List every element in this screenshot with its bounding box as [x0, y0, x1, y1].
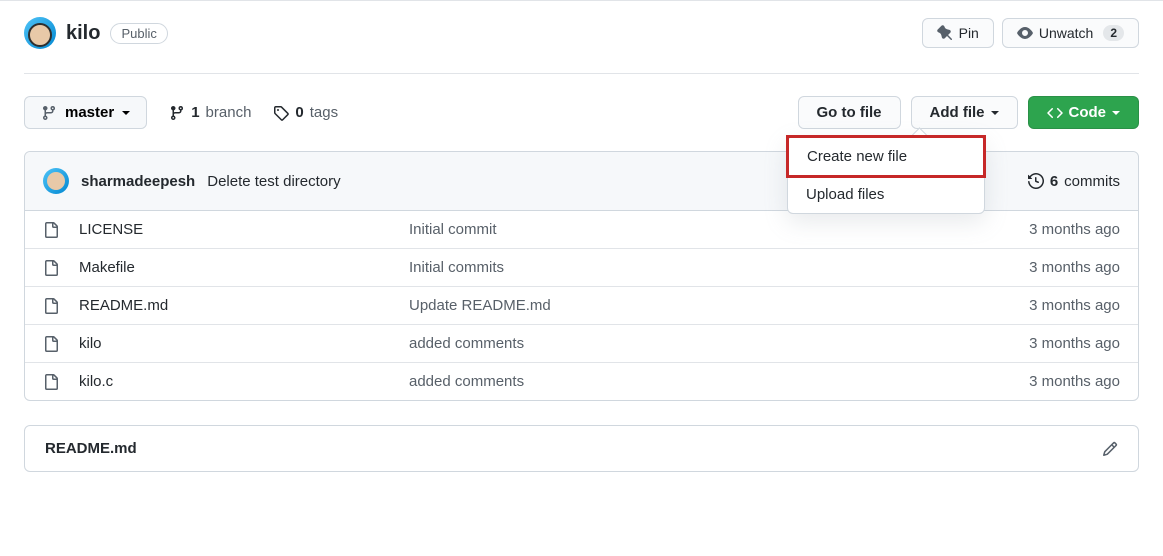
git-branch-icon — [41, 105, 57, 121]
branches-link[interactable]: 1 branch — [169, 104, 251, 121]
file-name[interactable]: Makefile — [79, 259, 409, 276]
file-time: 3 months ago — [920, 335, 1120, 352]
commit-author[interactable]: sharmadeepesh — [81, 173, 195, 190]
file-icon — [43, 336, 79, 352]
history-icon — [1028, 173, 1044, 189]
pin-label: Pin — [959, 25, 979, 41]
git-branch-icon — [169, 105, 185, 121]
tag-count: 0 — [295, 104, 303, 121]
visibility-badge: Public — [110, 23, 167, 44]
file-row: LICENSEInitial commit3 months ago — [25, 211, 1138, 249]
file-time: 3 months ago — [920, 259, 1120, 276]
file-name[interactable]: kilo — [79, 335, 409, 352]
add-file-dropdown: Create new file Upload files — [787, 136, 985, 214]
file-icon — [43, 260, 79, 276]
pin-button[interactable]: Pin — [922, 18, 994, 48]
repo-owner-avatar[interactable] — [24, 17, 56, 49]
caret-down-icon — [1112, 111, 1120, 115]
tag-count-label: tags — [310, 104, 338, 121]
branch-select-button[interactable]: master — [24, 96, 147, 129]
code-icon — [1047, 105, 1063, 121]
file-icon — [43, 222, 79, 238]
file-icon — [43, 298, 79, 314]
add-file-button[interactable]: Add file — [911, 96, 1018, 129]
file-time: 3 months ago — [920, 373, 1120, 390]
eye-icon — [1017, 25, 1033, 41]
file-time: 3 months ago — [920, 221, 1120, 238]
commit-author-avatar[interactable] — [43, 168, 69, 194]
tag-icon — [273, 105, 289, 121]
repo-name[interactable]: kilo — [66, 22, 100, 45]
readme-filename[interactable]: README.md — [45, 440, 137, 457]
commits-label: commits — [1064, 173, 1120, 190]
add-file-label: Add file — [930, 104, 985, 121]
commits-count: 6 — [1050, 173, 1058, 190]
unwatch-button[interactable]: Unwatch 2 — [1002, 18, 1139, 48]
file-commit-message[interactable]: added comments — [409, 335, 920, 352]
commit-message[interactable]: Delete test directory — [207, 173, 340, 190]
file-name[interactable]: LICENSE — [79, 221, 409, 238]
branch-name: master — [65, 104, 114, 121]
file-row: MakefileInitial commits3 months ago — [25, 249, 1138, 287]
file-commit-message[interactable]: added comments — [409, 373, 920, 390]
file-row: README.mdUpdate README.md3 months ago — [25, 287, 1138, 325]
branch-count: 1 — [191, 104, 199, 121]
tags-link[interactable]: 0 tags — [273, 104, 338, 121]
caret-down-icon — [991, 111, 999, 115]
watch-count: 2 — [1103, 25, 1124, 41]
file-name[interactable]: kilo.c — [79, 373, 409, 390]
file-row: kiloadded comments3 months ago — [25, 325, 1138, 363]
pin-icon — [937, 25, 953, 41]
file-name[interactable]: README.md — [79, 297, 409, 314]
caret-down-icon — [122, 111, 130, 115]
branch-count-label: branch — [206, 104, 252, 121]
pencil-icon[interactable] — [1102, 441, 1118, 457]
file-commit-message[interactable]: Update README.md — [409, 297, 920, 314]
code-button[interactable]: Code — [1028, 96, 1140, 129]
create-new-file-item[interactable]: Create new file — [786, 135, 986, 178]
go-to-file-button[interactable]: Go to file — [798, 96, 901, 129]
upload-files-item[interactable]: Upload files — [788, 176, 984, 213]
file-commit-message[interactable]: Initial commit — [409, 221, 920, 238]
file-row: kilo.cadded comments3 months ago — [25, 363, 1138, 400]
file-time: 3 months ago — [920, 297, 1120, 314]
file-icon — [43, 374, 79, 390]
file-commit-message[interactable]: Initial commits — [409, 259, 920, 276]
commits-link[interactable]: 6 commits — [1028, 173, 1120, 190]
code-label: Code — [1069, 104, 1107, 121]
unwatch-label: Unwatch — [1039, 25, 1093, 41]
